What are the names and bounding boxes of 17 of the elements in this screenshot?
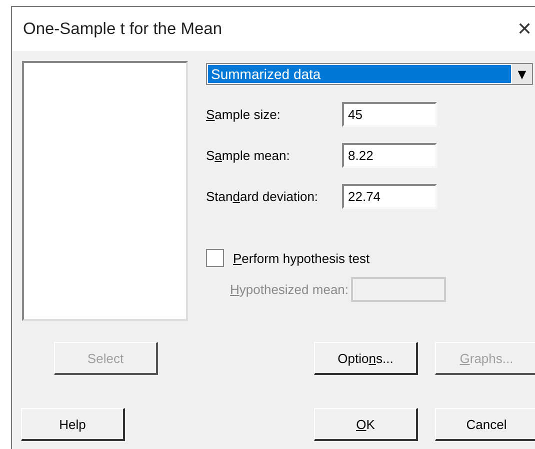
options-button[interactable]: Options... <box>314 342 418 375</box>
ok-button[interactable]: OK <box>314 408 418 441</box>
input-field[interactable]: 8.22 <box>342 143 437 168</box>
field-label: Sample mean: <box>206 148 291 163</box>
checkbox[interactable] <box>206 249 224 267</box>
field-label: Standard deviation: <box>206 189 320 204</box>
field-label: Hypothesized mean: <box>230 282 349 297</box>
close-button[interactable]: ✕ <box>517 18 532 40</box>
field-label: Sample size: <box>206 107 282 122</box>
cancel-button[interactable]: Cancel <box>435 408 535 441</box>
data-source-dropdown[interactable]: Summarized data ▼ <box>206 63 533 85</box>
window-title: One-Sample t for the Mean <box>23 20 222 38</box>
input-field[interactable]: 22.74 <box>342 184 437 209</box>
checkbox-label: Perform hypothesis test <box>233 250 370 266</box>
help-button[interactable]: Help <box>21 408 125 441</box>
variable-list[interactable] <box>22 61 188 321</box>
input-field[interactable]: 45 <box>342 102 437 127</box>
